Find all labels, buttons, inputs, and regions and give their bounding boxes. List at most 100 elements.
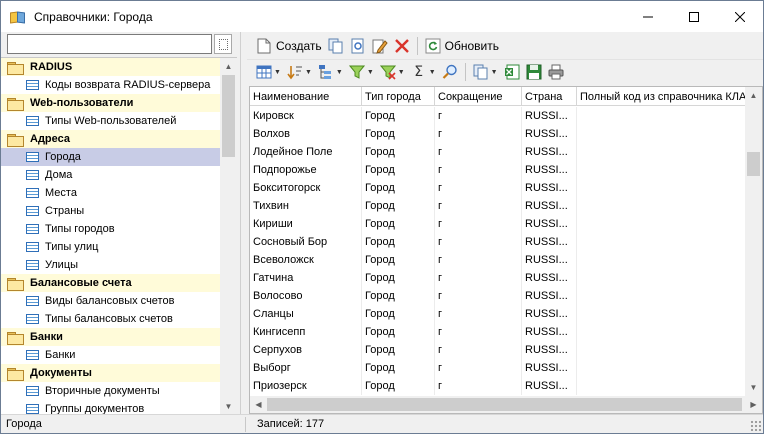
- tree-item[interactable]: Банки: [1, 346, 220, 364]
- table-row[interactable]: Серпухов Город г RUSSI...: [250, 341, 752, 359]
- group-dropdown[interactable]: ▼: [315, 61, 346, 83]
- tree-item-label: Банки: [45, 349, 76, 361]
- table-row[interactable]: Всеволожск Город г RUSSI...: [250, 251, 752, 269]
- tree-item[interactable]: Страны: [1, 202, 220, 220]
- tree-group[interactable]: Документы: [1, 364, 220, 382]
- cell-name: Кировск: [250, 107, 362, 125]
- table-row[interactable]: Подпорожье Город г RUSSI...: [250, 161, 752, 179]
- table-row[interactable]: Волхов Город г RUSSI...: [250, 125, 752, 143]
- tree-group[interactable]: Адреса: [1, 130, 220, 148]
- maximize-button[interactable]: [671, 1, 717, 32]
- scroll-up-icon[interactable]: ▲: [220, 58, 237, 75]
- directory-search-input[interactable]: [7, 34, 212, 54]
- refresh-button[interactable]: Обновить: [422, 35, 502, 57]
- cell-name: Тихвин: [250, 197, 362, 215]
- grid-vertical-scrollbar[interactable]: ▲ ▼: [745, 87, 762, 396]
- export-excel-button[interactable]: [501, 61, 523, 83]
- column-header-abbreviation[interactable]: Сокращение: [435, 87, 522, 106]
- tree-item[interactable]: Типы балансовых счетов: [1, 310, 220, 328]
- scroll-down-icon[interactable]: ▼: [220, 398, 237, 414]
- save-button[interactable]: [523, 61, 545, 83]
- table-row[interactable]: Лодейное Поле Город г RUSSI...: [250, 143, 752, 161]
- print-button[interactable]: [545, 61, 567, 83]
- find-button[interactable]: [439, 61, 461, 83]
- tree-group[interactable]: RADIUS: [1, 58, 220, 76]
- status-bar: Города Записей: 177: [1, 414, 763, 433]
- scroll-up-icon[interactable]: ▲: [745, 87, 762, 104]
- tree-group[interactable]: Балансовые счета: [1, 274, 220, 292]
- cell-name: Лодейное Поле: [250, 143, 362, 161]
- tree-item[interactable]: Типы городов: [1, 220, 220, 238]
- cell-city-type: Город: [362, 161, 435, 179]
- table-row[interactable]: Бокситогорск Город г RUSSI...: [250, 179, 752, 197]
- pane-splitter[interactable]: [239, 32, 247, 414]
- table-row[interactable]: Сосновый Бор Город г RUSSI...: [250, 233, 752, 251]
- table-row[interactable]: Кировск Город г RUSSI...: [250, 107, 752, 125]
- cell-kladr-code: [577, 359, 752, 377]
- list-icon: [26, 206, 39, 216]
- tree-item[interactable]: Дома: [1, 166, 220, 184]
- tree-item[interactable]: Группы документов: [1, 400, 220, 414]
- column-header-city-type[interactable]: Тип города: [362, 87, 435, 106]
- tree-item[interactable]: Типы улиц: [1, 238, 220, 256]
- scroll-left-icon[interactable]: ◀: [250, 396, 267, 413]
- table-row[interactable]: Приозерск Город г RUSSI...: [250, 377, 752, 395]
- table-row[interactable]: Выборг Город г RUSSI...: [250, 359, 752, 377]
- copy-records-dropdown[interactable]: ▼: [470, 61, 501, 83]
- cell-name: Волосово: [250, 287, 362, 305]
- table-row[interactable]: Гатчина Город г RUSSI...: [250, 269, 752, 287]
- scroll-thumb[interactable]: [267, 398, 742, 411]
- dotted-box-icon: [219, 39, 228, 50]
- column-header-kladr-code[interactable]: Полный код из справочника КЛАДР: [577, 87, 752, 106]
- cell-kladr-code: [577, 341, 752, 359]
- cell-kladr-code: [577, 269, 752, 287]
- view-button[interactable]: [347, 35, 369, 57]
- edit-button[interactable]: [369, 35, 391, 57]
- tree-item[interactable]: Улицы: [1, 256, 220, 274]
- grid-horizontal-scrollbar[interactable]: ◀ ▶: [250, 396, 762, 413]
- tree-item[interactable]: Коды возврата RADIUS-сервера: [1, 76, 220, 94]
- column-header-country[interactable]: Страна: [522, 87, 577, 106]
- table-row[interactable]: Сланцы Город г RUSSI...: [250, 305, 752, 323]
- columns-dropdown[interactable]: ▼: [253, 61, 284, 83]
- scroll-thumb[interactable]: [747, 152, 760, 176]
- totals-dropdown[interactable]: Σ ▼: [408, 61, 439, 83]
- clear-filter-dropdown[interactable]: ▼: [377, 61, 408, 83]
- resize-grip-icon[interactable]: [750, 420, 761, 431]
- table-row[interactable]: Волосово Город г RUSSI...: [250, 287, 752, 305]
- list-icon: [26, 404, 39, 414]
- tree-scrollbar[interactable]: ▲ ▼: [220, 58, 237, 414]
- minimize-button[interactable]: [625, 1, 671, 32]
- list-icon: [26, 314, 39, 324]
- search-clear-button[interactable]: [214, 34, 232, 54]
- table-row[interactable]: Кингисепп Город г RUSSI...: [250, 323, 752, 341]
- table-row[interactable]: Кириши Город г RUSSI...: [250, 215, 752, 233]
- column-header-name[interactable]: Наименование: [250, 87, 362, 106]
- cell-kladr-code: [577, 125, 752, 143]
- filter-dropdown[interactable]: ▼: [346, 61, 377, 83]
- copy-button[interactable]: [325, 35, 347, 57]
- floppy-disk-icon: [526, 64, 542, 80]
- list-icon: [26, 224, 39, 234]
- edit-icon: [372, 38, 388, 54]
- tree-group[interactable]: Web-пользователи: [1, 94, 220, 112]
- close-button[interactable]: [717, 1, 763, 32]
- cell-kladr-code: [577, 197, 752, 215]
- tree-item[interactable]: Города: [1, 148, 220, 166]
- tree-item[interactable]: Места: [1, 184, 220, 202]
- tree-group-label: Балансовые счета: [30, 277, 132, 289]
- scroll-down-icon[interactable]: ▼: [745, 379, 762, 396]
- scroll-right-icon[interactable]: ▶: [745, 396, 762, 413]
- tree-group[interactable]: Банки: [1, 328, 220, 346]
- tree-item[interactable]: Вторичные документы: [1, 382, 220, 400]
- excel-icon: [504, 64, 520, 80]
- window-title: Справочники: Города: [34, 9, 153, 24]
- scroll-thumb[interactable]: [222, 75, 235, 157]
- tree-item[interactable]: Типы Web-пользователей: [1, 112, 220, 130]
- delete-button[interactable]: [391, 35, 413, 57]
- tree-item[interactable]: Виды балансовых счетов: [1, 292, 220, 310]
- create-button[interactable]: Создать: [253, 35, 325, 57]
- table-row[interactable]: Тихвин Город г RUSSI...: [250, 197, 752, 215]
- sort-dropdown[interactable]: ▼: [284, 61, 315, 83]
- tree-item-label: Коды возврата RADIUS-сервера: [45, 79, 211, 91]
